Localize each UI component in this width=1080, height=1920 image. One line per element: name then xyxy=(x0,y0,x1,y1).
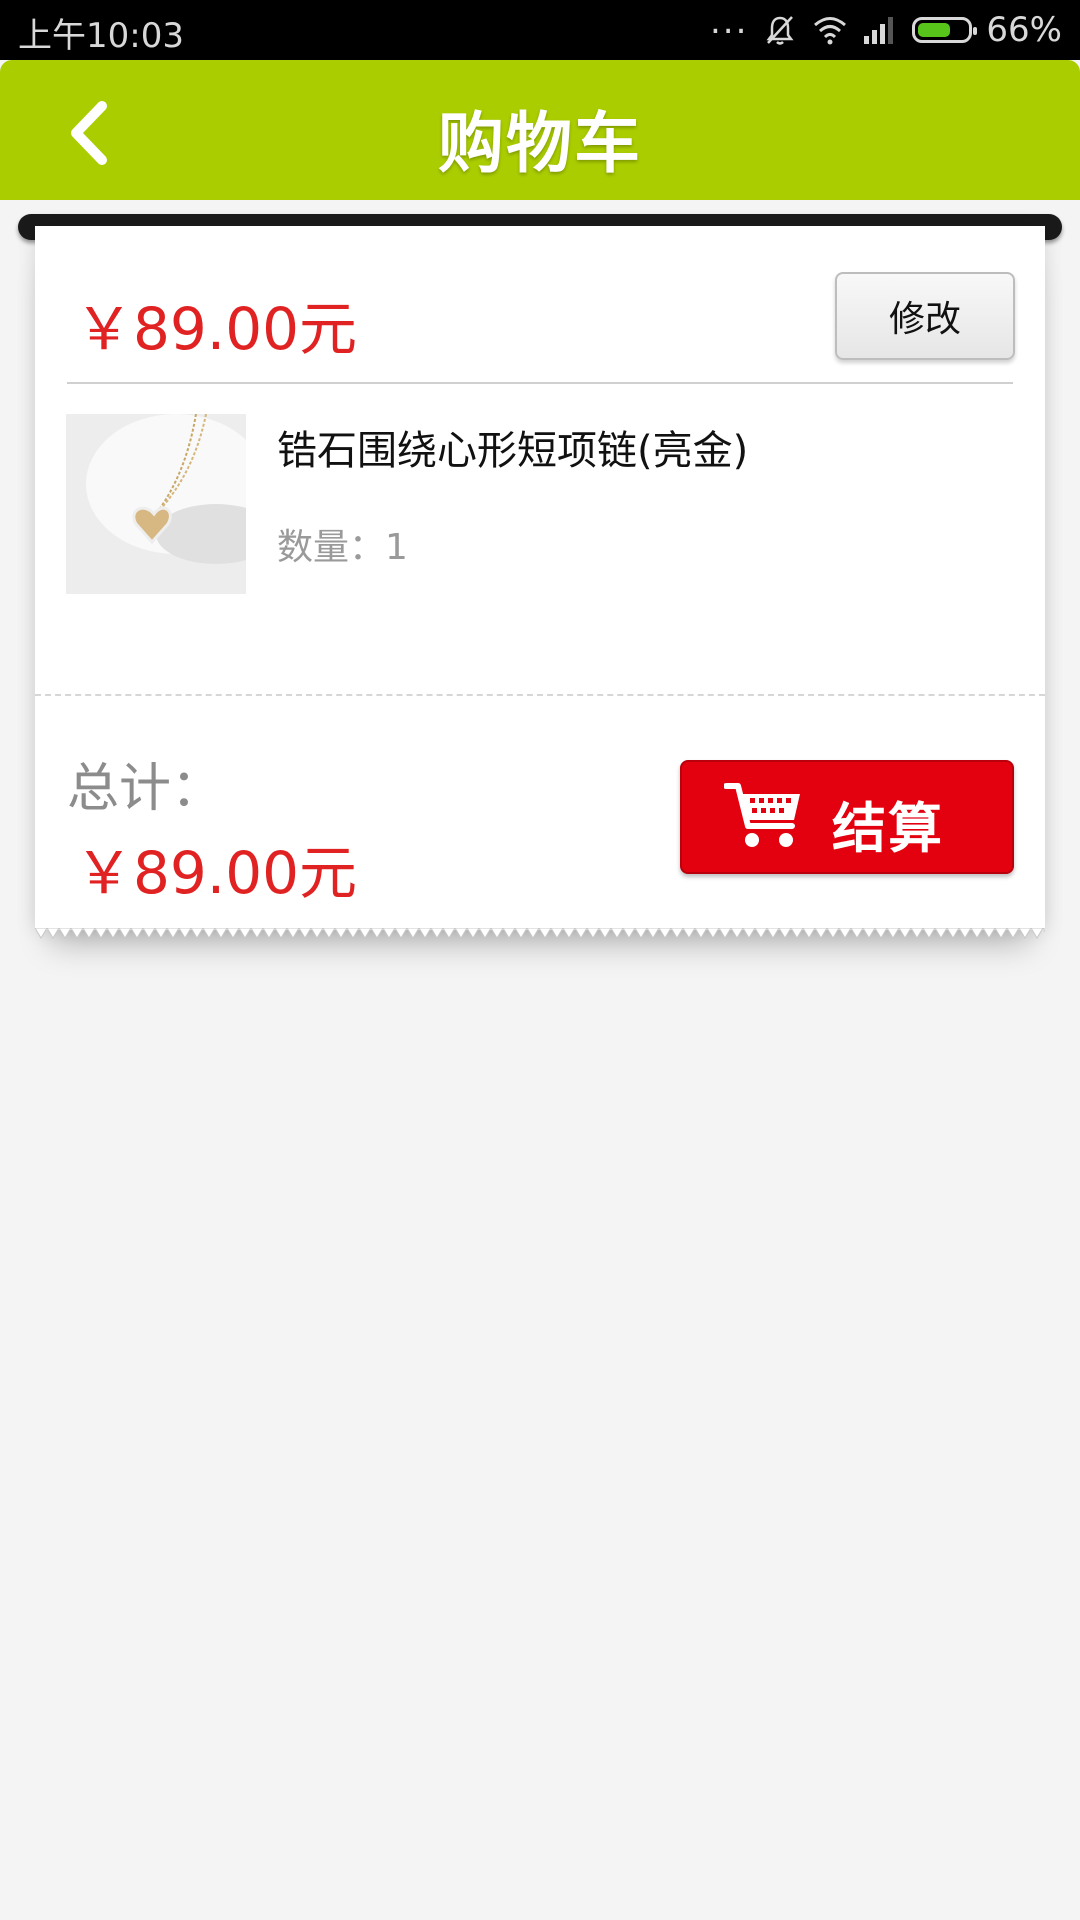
status-bar: 上午10:03 ... 66% xyxy=(0,0,1080,60)
edit-button[interactable]: 修改 xyxy=(835,272,1015,360)
battery-percent: 66% xyxy=(986,10,1062,50)
total-label: 总计： xyxy=(67,759,224,819)
status-icons: ... 66% xyxy=(709,2,1062,52)
page-title: 购物车 xyxy=(438,105,642,182)
battery-icon xyxy=(912,17,978,43)
cart-receipt: ￥89.00元 修改 锆石围绕心形短项链(亮金) 数量：1 总计： ￥89.00… xyxy=(35,226,1045,930)
total-price: ￥89.00元 xyxy=(75,839,358,907)
divider xyxy=(67,382,1013,384)
receipt-torn-edge xyxy=(35,928,1045,939)
heart-necklace-image xyxy=(66,414,246,594)
product-name[interactable]: 锆石围绕心形短项链(亮金) xyxy=(277,418,748,476)
app-header: 购物车 xyxy=(0,60,1080,200)
wifi-icon xyxy=(814,17,847,45)
battery-level xyxy=(918,23,951,37)
dashed-divider xyxy=(35,694,1045,696)
mute-icon xyxy=(766,16,794,45)
checkout-label: 结算 xyxy=(832,797,944,860)
signal-icon xyxy=(864,17,894,44)
shopping-cart-icon xyxy=(724,783,800,847)
subtotal-price: ￥89.00元 xyxy=(75,295,358,363)
product-quantity: 数量：1 xyxy=(277,527,408,568)
checkout-button[interactable]: 结算 xyxy=(680,760,1014,874)
product-image[interactable] xyxy=(66,414,246,594)
more-dots-icon: ... xyxy=(709,2,749,42)
status-time: 上午10:03 xyxy=(18,16,184,56)
